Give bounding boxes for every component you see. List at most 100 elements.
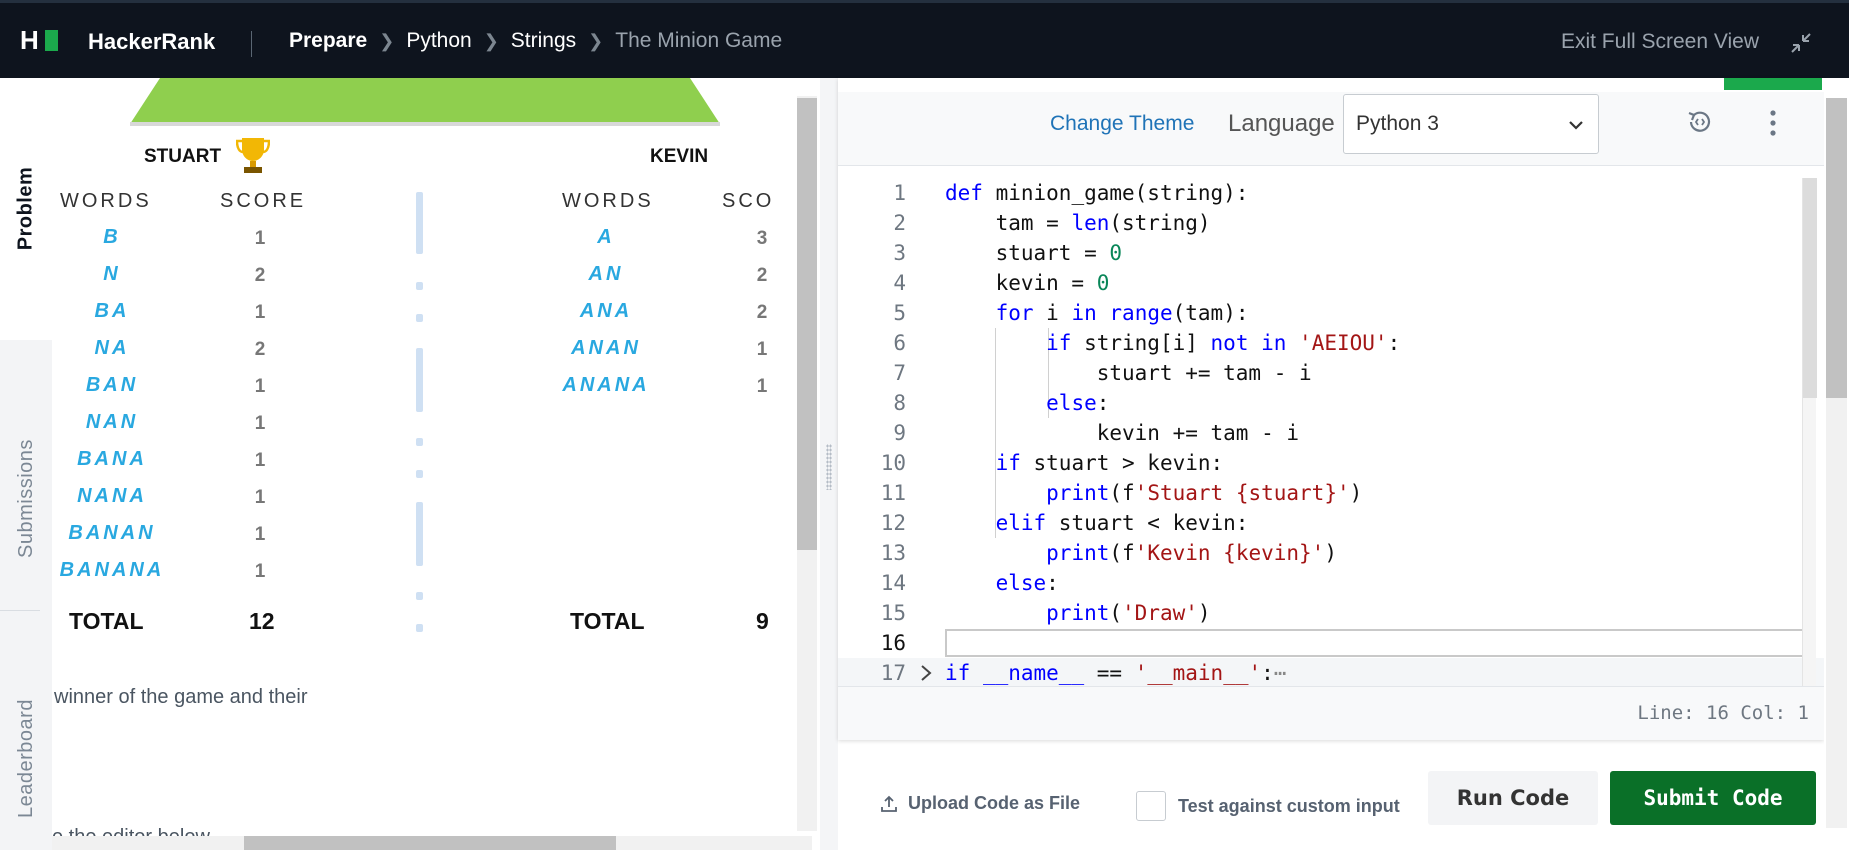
stuart-score: 1 (254, 413, 266, 434)
page-scrollbar[interactable] (1824, 78, 1849, 850)
drag-grip-icon (826, 444, 832, 490)
stuart-total-value: 12 (249, 608, 275, 634)
stuart-score: 2 (254, 265, 266, 286)
kevin-score: 2 (756, 265, 768, 286)
language-select[interactable]: Python 3 (1343, 94, 1599, 154)
run-code-button[interactable]: Run Code (1428, 771, 1598, 825)
kevin-words-header: WORDS (562, 190, 654, 212)
breadcrumb: Prepare ❯ Python ❯ Strings ❯ The Minion … (289, 29, 782, 53)
stuart-word: BANA (77, 448, 147, 470)
trophy-icon (236, 138, 270, 173)
language-value: Python 3 (1356, 112, 1439, 135)
stuart-word: BANANA (59, 559, 165, 581)
kevin-score: 3 (756, 228, 768, 249)
chevron-right-icon[interactable] (920, 664, 932, 682)
chevron-right-icon: ❯ (379, 30, 395, 51)
stuart-score: 1 (254, 524, 266, 545)
game-podium-image (130, 78, 720, 126)
stuart-word: NANA (77, 485, 147, 507)
editor-statusbar: Line: 16 Col: 1 (838, 686, 1824, 740)
stuart-word: NAN (85, 411, 139, 433)
problem-panel: STUART KEVIN WORDS SCORE WORDS SCOI B N … (52, 78, 776, 836)
code-line: 10 if stuart > kevin: (880, 451, 1224, 475)
stuart-score: 1 (254, 302, 266, 323)
upload-code-button[interactable]: Upload Code as File (880, 793, 1080, 814)
scrollbar-thumb[interactable] (244, 836, 616, 850)
submit-code-button[interactable]: Submit Code (1610, 771, 1816, 825)
restore-history-icon[interactable] (1686, 108, 1714, 136)
kevin-word: ANANA (562, 374, 650, 396)
breadcrumb-current: The Minion Game (615, 29, 783, 52)
code-line: 11 print(f'Stuart {stuart}') (880, 481, 1363, 505)
breadcrumb-strings[interactable]: Strings (511, 29, 576, 53)
problem-tabs: Problem Submissions Leaderboard (0, 78, 52, 850)
stuart-score: 2 (254, 339, 266, 360)
stuart-score-header: SCORE (220, 190, 307, 212)
panel-resize-handle[interactable] (820, 78, 838, 850)
kevin-score: 2 (756, 302, 768, 323)
cursor-position: Line: 16 Col: 1 (1637, 702, 1809, 724)
brand-name[interactable]: HackerRank (88, 29, 215, 55)
code-line: 9 kevin += tam - i (893, 421, 1300, 445)
code-line: 1 def minion_game(string): (893, 181, 1249, 205)
stuart-score: 1 (254, 228, 266, 249)
code-line: 12 elif stuart < kevin: (880, 511, 1249, 535)
code-line: 15 print('Draw') (880, 601, 1211, 625)
tab-leaderboard[interactable]: Leaderboard (0, 668, 52, 848)
language-label: Language (1228, 110, 1335, 137)
problem-scrollbar[interactable] (776, 78, 820, 850)
change-theme-button[interactable]: Change Theme (1050, 112, 1194, 136)
problem-text: e the editor below. (52, 826, 214, 836)
code-line: 7 stuart += tam - i (893, 361, 1312, 385)
custom-input-checkbox[interactable] (1136, 791, 1166, 821)
code-line: 6 if string[i] not in 'AEIOU': (893, 331, 1401, 355)
stuart-word: BAN (85, 374, 139, 396)
scrollbar-thumb[interactable] (797, 98, 817, 550)
custom-input-label[interactable]: Test against custom input (1178, 796, 1400, 817)
problem-text: winner of the game and their (54, 686, 308, 708)
top-navbar: H HackerRank Prepare ❯ Python ❯ Strings … (0, 0, 1849, 78)
stuart-word: N (103, 263, 121, 285)
breadcrumb-python[interactable]: Python (406, 29, 471, 53)
code-area[interactable]: 1 def minion_game(string): 2 tam = len(st… (838, 178, 1824, 688)
editor-scrollbar[interactable] (1802, 178, 1817, 686)
more-options-icon[interactable] (1768, 108, 1778, 138)
stuart-score: 1 (254, 487, 266, 508)
scrollbar-thumb[interactable] (1826, 98, 1847, 398)
code-line-folded: 17 if __name__ == '__main__':⋯ (838, 658, 1824, 688)
stuart-score: 1 (254, 376, 266, 397)
stuart-score: 1 (254, 450, 266, 471)
kevin-total-label: TOTAL (570, 608, 645, 634)
code-line: 14 else: (880, 571, 1059, 595)
kevin-word: A (597, 226, 615, 248)
kevin-total-value: 9 (756, 608, 769, 634)
upload-label: Upload Code as File (908, 793, 1081, 813)
exit-fullscreen-link[interactable]: Exit Full Screen View (1561, 30, 1759, 54)
chevron-down-icon (1569, 121, 1583, 130)
kevin-score: 1 (756, 376, 768, 397)
current-line-highlight (945, 629, 1805, 657)
chevron-right-icon: ❯ (588, 30, 604, 51)
chevron-right-icon: ❯ (483, 30, 499, 51)
editor-toolbar: Change Theme Language Python 3 (838, 92, 1824, 166)
stuart-total-label: TOTAL (69, 608, 144, 634)
code-line: 2 tam = len(string) (893, 211, 1211, 235)
stuart-word: NA (94, 337, 130, 359)
stuart-word: BANAN (68, 522, 156, 544)
player-stuart: STUART (144, 146, 222, 167)
kevin-word: ANA (579, 300, 633, 322)
problem-horizontal-scrollbar[interactable] (52, 836, 812, 850)
collapse-icon[interactable] (1789, 31, 1813, 55)
stuart-words-header: WORDS (60, 190, 152, 212)
kevin-word: ANAN (571, 337, 641, 359)
tab-divider (0, 610, 40, 611)
code-line: 8 else: (893, 391, 1110, 415)
hackerrank-logo-icon[interactable]: H (20, 27, 58, 53)
breadcrumb-prepare[interactable]: Prepare (289, 29, 367, 53)
tab-problem[interactable]: Problem (0, 138, 52, 278)
code-line: 5 for i in range(tam): (893, 301, 1249, 325)
code-line: 3 stuart = 0 (893, 241, 1123, 265)
code-line: 4 kevin = 0 (893, 271, 1110, 295)
scrollbar-thumb[interactable] (1803, 178, 1817, 398)
tab-submissions[interactable]: Submissions (0, 398, 52, 598)
